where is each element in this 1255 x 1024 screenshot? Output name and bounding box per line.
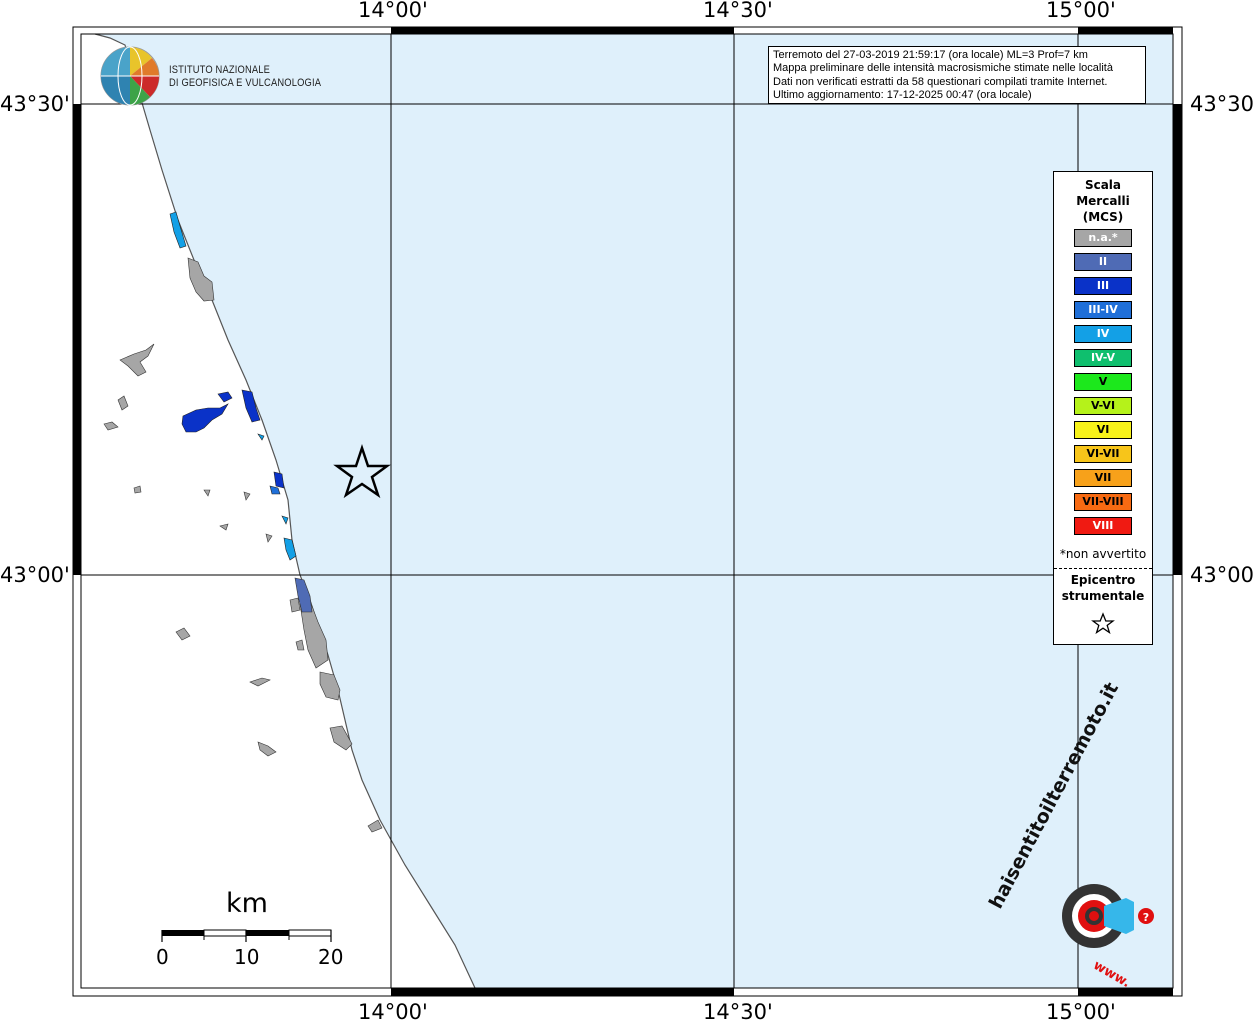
legend-swatch-vii: VII <box>1074 469 1132 487</box>
legend-swatch-iii: III <box>1074 277 1132 295</box>
legend-epicentre-line1: Epicentro <box>1070 573 1136 587</box>
legend-not-felt-note: *non avvertito <box>1059 547 1147 561</box>
legend-swatch-v: V <box>1074 373 1132 391</box>
legend-swatch-vi-vii: VI-VII <box>1074 445 1132 463</box>
ingv-name-line1: ISTITUTO NAZIONALE <box>169 64 271 76</box>
legend-swatch-viii: VIII <box>1074 517 1132 535</box>
legend-title-line3: (MCS) <box>1082 210 1124 224</box>
scale-tick-20: 20 <box>318 945 344 969</box>
legend-swatch-v-vi: V-VI <box>1074 397 1132 415</box>
event-info-line2: Mappa preliminare delle intensità macros… <box>773 62 1113 75</box>
legend-swatch-iv-v: IV-V <box>1074 349 1132 367</box>
lat-label-left-43-30: 43°30' <box>0 92 70 116</box>
lon-label-bottom-14-30: 14°30' <box>703 1000 773 1024</box>
scale-tick-10: 10 <box>234 945 260 969</box>
lon-label-bottom-14-00: 14°00' <box>358 1000 428 1024</box>
event-info-line1: Terremoto del 27-03-2019 21:59:17 (ora l… <box>773 49 1088 61</box>
scale-tick-0: 0 <box>156 945 169 969</box>
lon-label-bottom-15-00: 15°00' <box>1046 1000 1116 1024</box>
lat-label-right-43-30: 43°30' <box>1190 92 1255 116</box>
legend-epicentre-line2: strumentale <box>1061 589 1145 603</box>
event-info-box: Terremoto del 27-03-2019 21:59:17 (ora l… <box>768 46 1146 104</box>
legend-separator <box>1054 568 1152 569</box>
legend-title: Scala Mercalli (MCS) <box>1054 177 1152 225</box>
legend-swatch-vii-viii: VII-VIII <box>1074 493 1132 511</box>
lon-label-top-14-30: 14°30' <box>703 0 773 22</box>
ingv-name-line2: DI GEOFISICA E VULCANOLOGIA <box>169 77 322 89</box>
lat-label-left-43-00: 43°00' <box>0 563 70 587</box>
lon-label-top-15-00: 15°00' <box>1046 0 1116 22</box>
ingv-logo-icon <box>100 46 160 106</box>
scale-unit-label: km <box>226 888 268 919</box>
legend-swatch-iii-iv: III-IV <box>1074 301 1132 319</box>
legend-title-line1: Scala <box>1084 178 1122 192</box>
legend-swatch-n-a-: n.a.* <box>1074 229 1132 247</box>
lon-label-top-14-00: 14°00' <box>358 0 428 22</box>
legend-swatch-iv: IV <box>1074 325 1132 343</box>
ingv-name: ISTITUTO NAZIONALE DI GEOFISICA E VULCAN… <box>169 64 321 90</box>
event-info-line3: Dati non verificati estratti da 58 quest… <box>773 75 1108 88</box>
legend-epicentre-label: Epicentro strumentale <box>1054 572 1152 604</box>
mcs-legend: Scala Mercalli (MCS) n.a.* II III III-IV IV I… <box>1053 171 1153 645</box>
area-not-felt <box>289 597 301 613</box>
legend-swatch-ii: II <box>1074 253 1132 271</box>
legend-title-line2: Mercalli <box>1076 194 1130 208</box>
lat-label-right-43-00: 43°00' <box>1190 563 1255 587</box>
svg-text:?: ? <box>1143 911 1149 924</box>
legend-star-icon <box>1091 612 1115 634</box>
event-info-line4: Ultimo aggiornamento: 17-12-2025 00:47 (… <box>773 89 1032 102</box>
legend-swatch-vi: VI <box>1074 421 1132 439</box>
